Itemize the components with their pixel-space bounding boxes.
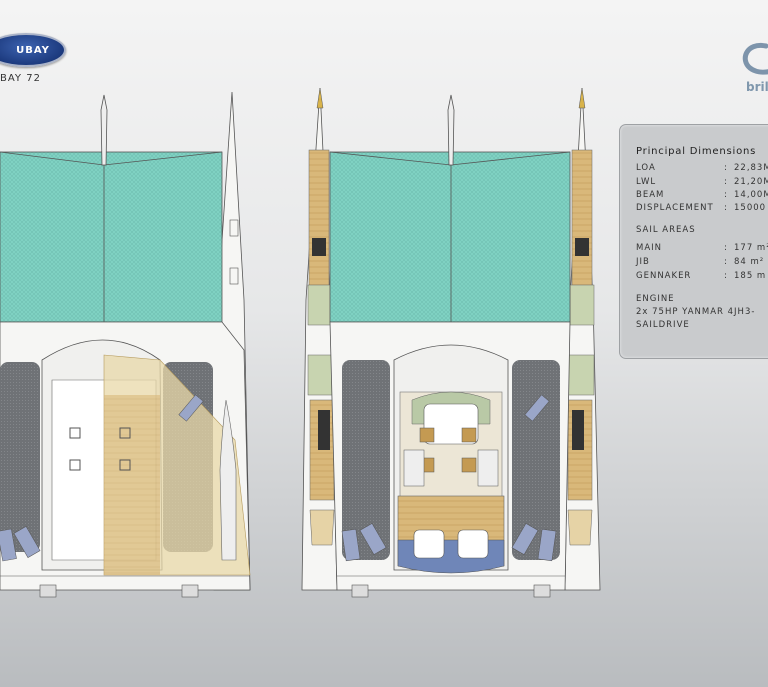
engine-line-2: SAILDRIVE	[636, 320, 690, 330]
spec-value: 84 m²	[734, 257, 765, 267]
spec-row-jib: JIB:84 m²	[636, 257, 765, 267]
spec-row-beam: BEAM:14,00M	[636, 190, 768, 200]
spec-label: LOA	[636, 163, 656, 173]
mast-icon-right	[447, 94, 455, 166]
spec-label: GENNAKER	[636, 271, 692, 281]
sail-heading: SAIL AREAS	[636, 225, 696, 235]
spec-value: 15000	[734, 203, 767, 213]
spec-value: 14,00M	[734, 190, 768, 200]
spec-row-gennaker: GENNAKER:185 m	[636, 271, 767, 281]
spec-value: 21,20M	[734, 177, 768, 187]
spec-heading: Principal Dimensions	[636, 146, 757, 157]
spec-label: JIB	[636, 257, 650, 267]
mast-icon	[100, 94, 108, 166]
trampoline-right	[329, 151, 571, 323]
spec-row-main: MAIN:177 m²	[636, 243, 768, 253]
spec-label: LWL	[636, 177, 657, 187]
deck-plan-right	[301, 87, 601, 598]
engine-heading: ENGINE	[636, 294, 675, 304]
spec-label: BEAM	[636, 190, 665, 200]
trampoline-left	[0, 151, 223, 323]
spec-label: DISPLACEMENT	[636, 203, 714, 213]
spec-label: MAIN	[636, 243, 663, 253]
spec-row-lwl: LWL:21,20M	[636, 177, 768, 187]
spec-value: 185 m	[734, 271, 767, 281]
spec-row-loa: LOA:22,83M	[636, 163, 768, 173]
spec-value: 177 m²	[734, 243, 768, 253]
spec-row-displacement: DISPLACEMENT:15000	[636, 203, 767, 213]
engine-line-1: 2x 75HP YANMAR 4JH3-	[636, 307, 756, 317]
spec-value: 22,83M	[734, 163, 768, 173]
deck-plan-left	[0, 91, 251, 598]
